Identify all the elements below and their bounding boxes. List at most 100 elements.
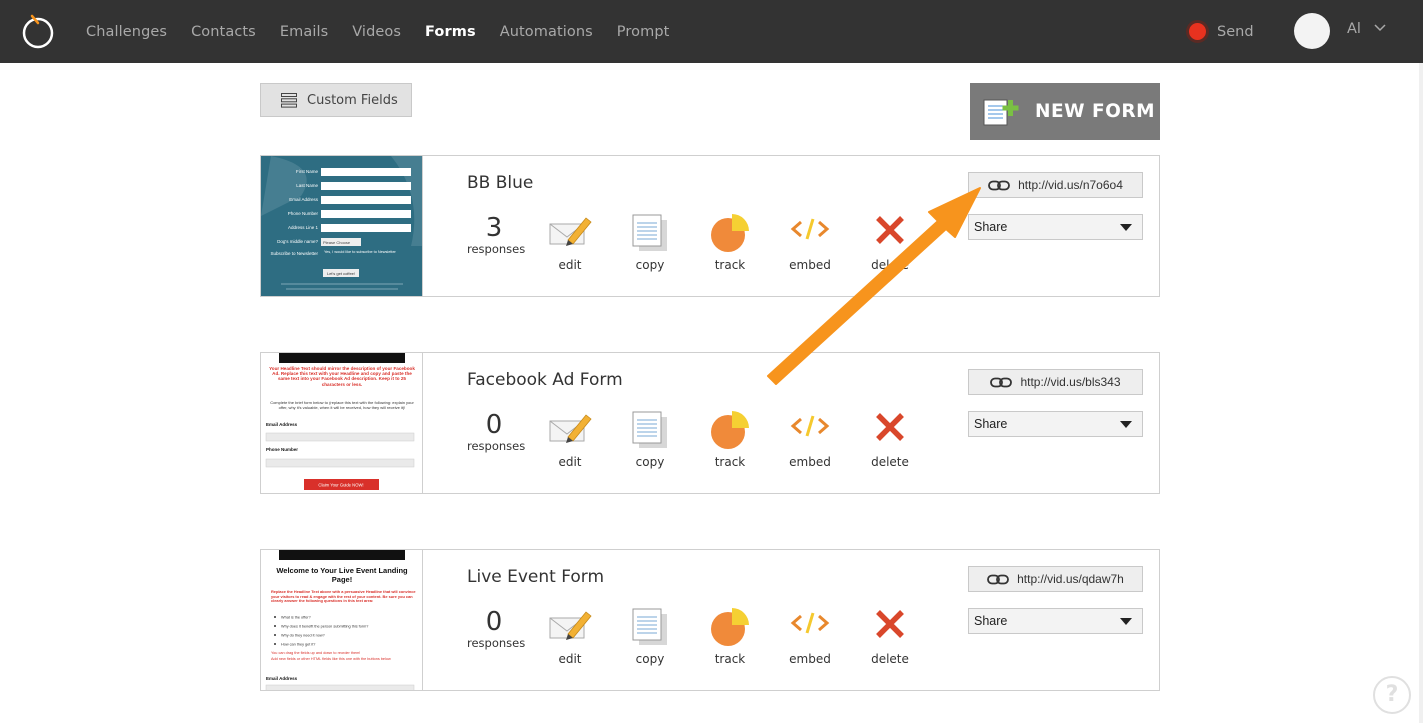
form-title[interactable]: Facebook Ad Form — [467, 370, 623, 390]
copy-icon — [632, 608, 667, 645]
edit-button[interactable]: edit — [540, 411, 600, 469]
share-select[interactable]: Share — [968, 411, 1143, 437]
edit-button[interactable]: edit — [540, 608, 600, 666]
delete-button[interactable]: delete — [860, 608, 920, 666]
edit-label: edit — [558, 455, 582, 469]
share-select[interactable]: Share — [968, 608, 1143, 634]
track-button[interactable]: track — [700, 608, 760, 666]
logo-icon[interactable] — [20, 12, 56, 50]
thumb-field-label: Address Line 1 — [288, 225, 319, 230]
delete-button[interactable]: delete — [860, 411, 920, 469]
thumb-field-label: Phone Number — [266, 447, 298, 452]
edit-label: edit — [558, 258, 582, 272]
responses-number: 3 — [485, 213, 503, 243]
copy-button[interactable]: copy — [620, 411, 680, 469]
form-thumbnail[interactable]: Welcome to Your Live Event Landing Page!… — [261, 550, 423, 690]
new-form-button[interactable]: NEW FORM — [970, 83, 1160, 140]
nav-item-prompt[interactable]: Prompt — [617, 24, 670, 40]
edit-button[interactable]: edit — [540, 214, 600, 272]
form-thumbnail[interactable]: First Name Last Name Email Address Phone… — [261, 156, 423, 296]
avatar[interactable] — [1294, 13, 1330, 49]
custom-fields-label: Custom Fields — [307, 92, 398, 108]
thumb-bullet: Why does it benefit the person submittin… — [281, 625, 368, 629]
embed-button[interactable]: embed — [780, 608, 840, 666]
code-icon — [790, 218, 830, 240]
delete-button[interactable]: delete — [860, 214, 920, 272]
nav-item-contacts[interactable]: Contacts — [191, 24, 256, 40]
send-button[interactable]: Send — [1186, 20, 1254, 43]
thumb-bullet: Why do they need it now? — [281, 634, 325, 638]
responses-count: 0 responses — [467, 410, 525, 453]
form-url: http://vid.us/qdaw7h — [1017, 572, 1124, 586]
nav-item-forms[interactable]: Forms — [425, 24, 476, 40]
track-button[interactable]: track — [700, 411, 760, 469]
form-url-button[interactable]: http://vid.us/qdaw7h — [968, 566, 1143, 592]
form-url-button[interactable]: http://vid.us/bls343 — [968, 369, 1143, 395]
delete-label: delete — [871, 455, 909, 469]
embed-label: embed — [789, 455, 831, 469]
responses-count: 3 responses — [467, 213, 525, 256]
help-button[interactable]: ? — [1373, 676, 1411, 714]
thumb-field-label: Email Address — [266, 422, 298, 427]
embed-label: embed — [789, 652, 831, 666]
copy-button[interactable]: copy — [620, 214, 680, 272]
form-title[interactable]: Live Event Form — [467, 567, 604, 587]
copy-icon — [632, 411, 667, 448]
track-button[interactable]: track — [700, 214, 760, 272]
form-url-button[interactable]: http://vid.us/n7o6o4 — [968, 172, 1143, 198]
custom-fields-button[interactable]: Custom Fields — [260, 83, 412, 117]
thumb-field-label: Last Name — [296, 183, 318, 188]
track-label: track — [714, 652, 746, 666]
share-select[interactable]: Share — [968, 214, 1143, 240]
thumb-field-label: Email Address — [289, 197, 319, 202]
link-icon — [990, 377, 1013, 387]
thumb-submit: Claim Your Guide NOW! — [318, 483, 363, 488]
user-name[interactable]: Al — [1347, 21, 1361, 37]
nav-item-automations[interactable]: Automations — [500, 24, 593, 40]
nav-item-videos[interactable]: Videos — [352, 24, 401, 40]
thumb-field-label: Email Address — [266, 676, 298, 681]
responses-number: 0 — [485, 410, 503, 440]
scrollbar[interactable] — [1419, 63, 1423, 723]
code-icon — [790, 612, 830, 634]
chevron-down-icon[interactable] — [1374, 24, 1386, 32]
responses-count: 0 responses — [467, 608, 525, 650]
form-card: Your Headline Text should mirror the des… — [260, 352, 1160, 494]
thumb-intro: Replace the Headline Text above with a p… — [271, 590, 416, 604]
thumb-field-label: Subscribe to Newsletter — [270, 251, 318, 256]
form-thumbnail[interactable]: Your Headline Text should mirror the des… — [261, 353, 423, 493]
thumb-bullet: What is the offer? — [281, 616, 311, 620]
record-icon — [1186, 20, 1209, 43]
thumb-field-label: First Name — [296, 169, 318, 174]
send-label: Send — [1217, 23, 1254, 40]
nav-item-emails[interactable]: Emails — [280, 24, 328, 40]
copy-icon — [632, 214, 667, 251]
link-icon — [987, 574, 1010, 584]
copy-button[interactable]: copy — [620, 608, 680, 666]
thumb-checkbox-label: Yes, I would like to subscribe to Newsle… — [324, 250, 397, 254]
share-label: Share — [974, 220, 1008, 234]
thumb-title: Welcome to Your Live Event Landing Page! — [276, 566, 408, 584]
edit-icon — [549, 217, 592, 246]
thumb-note: Add new fields or other HTML fields like… — [271, 657, 391, 661]
caret-down-icon — [1120, 421, 1132, 428]
link-icon — [988, 180, 1011, 190]
edit-label: edit — [558, 652, 582, 666]
list-icon — [281, 92, 297, 108]
copy-label: copy — [635, 258, 665, 272]
track-label: track — [714, 258, 746, 272]
thumb-body: Complete the brief form below to (replac… — [270, 401, 414, 410]
pie-chart-icon — [711, 214, 749, 252]
form-title[interactable]: BB Blue — [467, 173, 533, 193]
nav-item-challenges[interactable]: Challenges — [86, 24, 167, 40]
caret-down-icon — [1120, 618, 1132, 625]
embed-button[interactable]: embed — [780, 411, 840, 469]
share-label: Share — [974, 614, 1008, 628]
caret-down-icon — [1120, 224, 1132, 231]
pie-chart-icon — [711, 608, 749, 646]
main-nav: Challenges Contacts Emails Videos Forms … — [86, 0, 693, 63]
code-icon — [790, 415, 830, 437]
thumb-submit: Let's get coffee! — [327, 271, 355, 276]
embed-button[interactable]: embed — [780, 214, 840, 272]
delete-label: delete — [871, 258, 909, 272]
